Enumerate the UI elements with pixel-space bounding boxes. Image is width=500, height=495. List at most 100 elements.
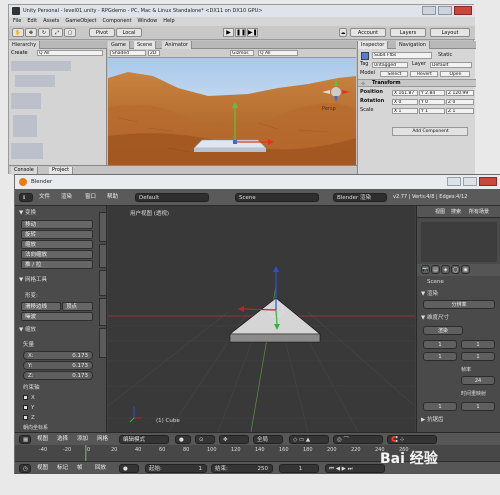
render-preset-dropdown[interactable]: 渲染 (423, 326, 463, 335)
scale-tool-button[interactable]: ⤢ (51, 28, 63, 37)
transform-header[interactable]: ▼ 变换 (19, 209, 36, 217)
editor-type-icon[interactable]: ◷ (19, 464, 31, 473)
scene-view[interactable]: Game Scene Animator Shaded 2D Gizmos Q A… (108, 41, 356, 165)
layers-tab-icon[interactable]: ▤ (431, 265, 440, 274)
menu-gameobject[interactable]: GameObject (65, 17, 96, 26)
proportional-edit-buttons[interactable]: ◎ ⌒ (333, 435, 383, 444)
snap-buttons[interactable]: 🧲 ⊹ (387, 435, 437, 444)
tab-hierarchy[interactable]: Hierarchy (9, 41, 41, 49)
render-panel-header[interactable]: ▼ 渲染 (421, 290, 438, 298)
playback-controls[interactable]: ⏮ ◀ ▶ ⏭ (325, 464, 385, 473)
scene-viewport[interactable]: Persp (108, 58, 356, 165)
layers-dropdown[interactable]: Layers (390, 28, 426, 37)
scene-tab-icon[interactable]: ◈ (441, 265, 450, 274)
minimize-button[interactable] (422, 6, 436, 15)
pivot-toggle[interactable]: Pivot (89, 28, 115, 37)
open-button[interactable]: Open (440, 71, 470, 77)
menu-add[interactable]: 添加 (77, 435, 88, 444)
create-dropdown[interactable]: Create (11, 50, 28, 56)
outliner-area[interactable] (421, 222, 497, 262)
menu-window[interactable]: 窗口 (85, 193, 96, 202)
transform-header[interactable]: ⊹ Transform (358, 79, 476, 87)
options-tab[interactable] (99, 298, 107, 326)
play-button[interactable]: ▶ (223, 28, 234, 37)
render-buttons-row[interactable]: 分辨率 (423, 300, 495, 309)
move-tool-button[interactable]: ✥ (25, 28, 37, 37)
menu-window[interactable]: Window (138, 17, 158, 26)
close-button[interactable] (479, 177, 497, 186)
frame-start-field[interactable]: 1 (461, 340, 495, 349)
world-tab-icon[interactable]: ◯ (451, 265, 460, 274)
slide-edge-button[interactable]: 滑移边线 (21, 302, 61, 311)
menu-frame[interactable]: 帧 (77, 464, 83, 473)
current-frame-field[interactable]: 1 (279, 464, 319, 473)
rotate-tool-button[interactable]: ↻ (38, 28, 50, 37)
select-button[interactable]: Select (380, 71, 408, 77)
hierarchy-search-input[interactable]: Q All (37, 50, 103, 56)
noise-button[interactable]: 噪波 (21, 312, 93, 321)
scene-search-input[interactable]: Q All (258, 50, 298, 56)
rect-tool-button[interactable]: ▢ (64, 28, 76, 37)
tab-animator[interactable]: Animator (162, 41, 192, 49)
static-checkbox[interactable]: Static (438, 52, 452, 59)
outliner-search-menu[interactable]: 搜索 (451, 208, 461, 215)
cloud-icon[interactable]: ☁ (339, 28, 347, 37)
end-frame-field[interactable]: 结束: 250 (211, 464, 273, 473)
menu-render[interactable]: 渲染 (61, 193, 72, 202)
grease-pencil-tab[interactable] (99, 328, 107, 358)
menu-file[interactable]: File (13, 17, 21, 26)
position-y-field[interactable]: Y 2.84 (419, 90, 445, 96)
position-z-field[interactable]: Z 120.99 (446, 90, 474, 96)
tab-inspector[interactable]: Inspector (358, 41, 389, 49)
manipulator-icon[interactable]: ✥ (219, 435, 249, 444)
tag-dropdown[interactable]: Untagged (372, 62, 408, 68)
shading-dropdown[interactable]: Shaded (110, 50, 146, 56)
aspect-x-field[interactable]: 1 (423, 402, 457, 411)
editor-type-icon[interactable]: ℹ (19, 193, 33, 202)
gizmos-dropdown[interactable]: Gizmos (230, 50, 254, 56)
time-old-field[interactable]: 1 (461, 402, 495, 411)
transform-orientation-dropdown[interactable]: 全局 (253, 435, 283, 444)
pause-button[interactable]: ❚❚ (235, 28, 246, 37)
scene-dropdown[interactable]: Scene (235, 193, 319, 202)
resolution-y-field[interactable]: 1 (423, 352, 457, 361)
shading-tab[interactable] (99, 270, 107, 296)
resolution-x-field[interactable]: 1 (423, 340, 457, 349)
add-component-button[interactable]: Add Component (392, 127, 468, 136)
rotation-y-field[interactable]: Y 0 (419, 99, 445, 105)
vector-y-field[interactable]: Y: 0.173 (23, 361, 93, 370)
editor-type-icon[interactable]: ▦ (19, 435, 31, 444)
vector-z-field[interactable]: Z: 0.173 (23, 371, 93, 380)
scale-panel-header[interactable]: ▼ 缩放 (19, 326, 36, 334)
menu-view[interactable]: 视图 (37, 464, 48, 473)
mode-dropdown[interactable]: 编辑模式 (119, 435, 169, 444)
hand-tool-button[interactable]: ✋ (12, 28, 24, 37)
pivot-point-icon[interactable]: ⊙ (195, 435, 215, 444)
screen-layout-dropdown[interactable]: Default (135, 193, 209, 202)
create-tab[interactable] (99, 244, 107, 268)
scale-y-field[interactable]: Y 1 (419, 108, 445, 114)
menu-assets[interactable]: Assets (43, 17, 59, 26)
constraint-z-checkbox[interactable]: Z (23, 414, 35, 422)
render-engine-dropdown[interactable]: Blender 渲染 (333, 193, 387, 202)
mesh-tools-header[interactable]: ▼ 网格工具 (19, 276, 47, 284)
push-pull-button[interactable]: 推 / 拉 (21, 260, 93, 269)
maximize-button[interactable] (438, 6, 452, 15)
anti-aliasing-header[interactable]: ▶ 抗锯齿 (421, 416, 443, 424)
minimize-button[interactable] (447, 177, 461, 186)
start-frame-field[interactable]: 起始: 1 (145, 464, 207, 473)
select-mode-buttons[interactable]: ◇ ▭ ▲ (289, 435, 329, 444)
close-button[interactable] (454, 6, 472, 15)
menu-edit[interactable]: Edit (27, 17, 37, 26)
menu-help[interactable]: Help (163, 17, 174, 26)
menu-marker[interactable]: 标记 (57, 464, 68, 473)
revert-button[interactable]: Revert (410, 71, 438, 77)
constraint-y-checkbox[interactable]: Y (23, 404, 34, 412)
outliner-display-dropdown[interactable]: 所有场景 (469, 208, 489, 215)
record-button[interactable]: ● (119, 464, 139, 473)
menu-component[interactable]: Component (103, 17, 132, 26)
rotation-x-field[interactable]: X 0 (392, 99, 418, 105)
frame-end-field[interactable]: 1 (461, 352, 495, 361)
render-tab-icon[interactable]: 📷 (421, 265, 430, 274)
3d-viewport[interactable]: 用户视图 (透视) (1) Cube (108, 206, 415, 432)
